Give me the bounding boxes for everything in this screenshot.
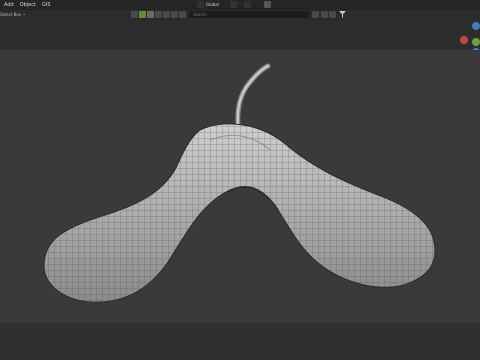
mesh-object[interactable] <box>0 0 480 360</box>
